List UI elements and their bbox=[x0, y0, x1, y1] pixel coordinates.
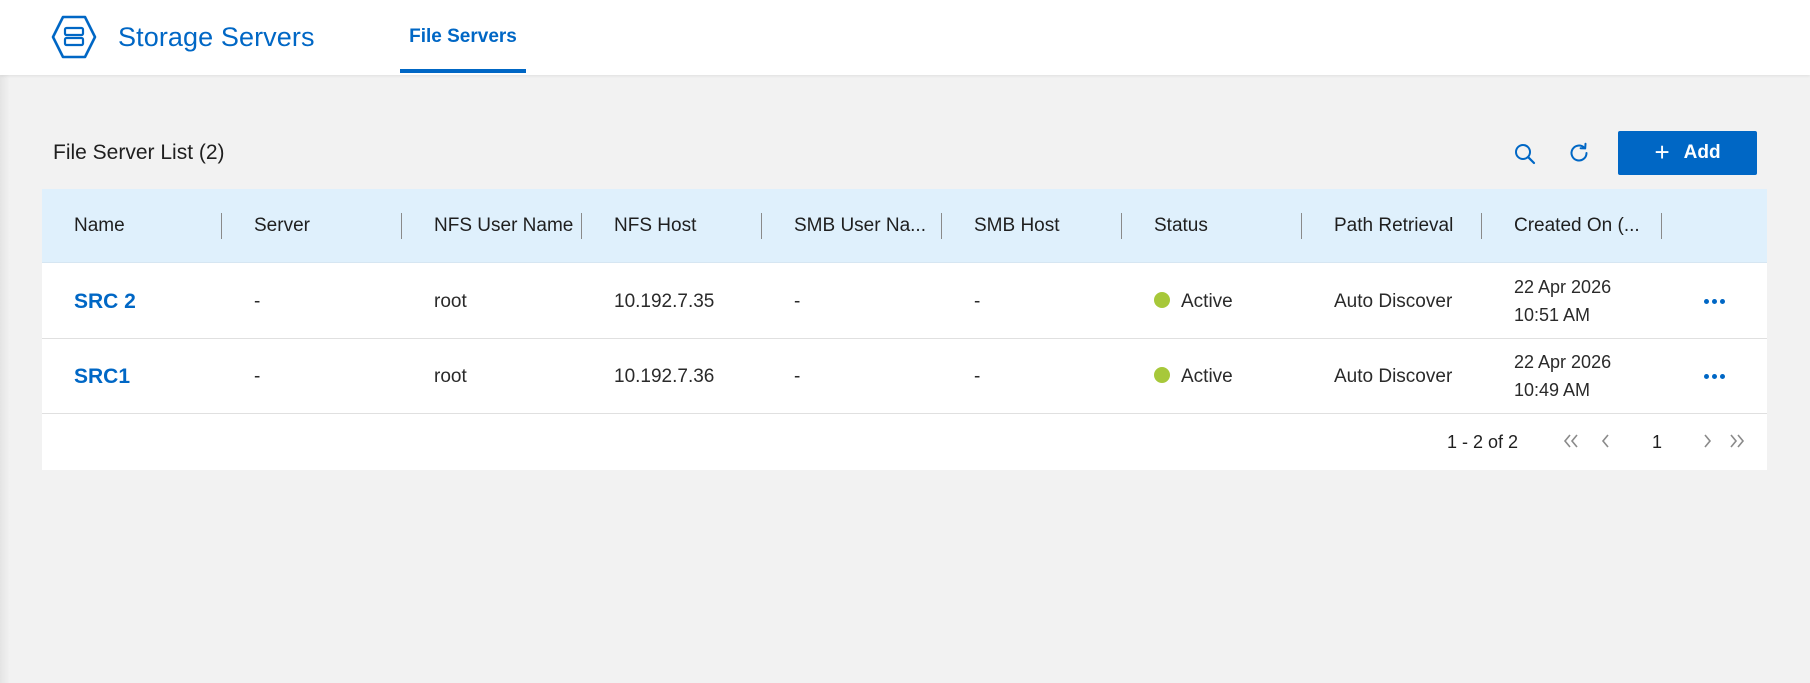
server-name-link[interactable]: SRC 2 bbox=[74, 264, 136, 339]
table-row[interactable]: SRC 2 - root 10.192.7.35 - - Active Auto… bbox=[42, 264, 1767, 339]
row-actions-button[interactable] bbox=[1697, 292, 1731, 310]
status-label: Active bbox=[1181, 366, 1233, 387]
server-hexagon-icon bbox=[51, 15, 97, 59]
app-title: Storage Servers bbox=[118, 22, 315, 52]
path-retrieval-cell: Auto Discover bbox=[1334, 366, 1453, 387]
column-resize-handle[interactable] bbox=[941, 213, 942, 239]
status-cell: Active bbox=[1154, 339, 1233, 414]
column-header-status[interactable]: Status bbox=[1154, 189, 1208, 263]
column-header-created-on[interactable]: Created On (... bbox=[1514, 189, 1640, 263]
status-cell: Active bbox=[1154, 264, 1233, 339]
first-page-button[interactable] bbox=[1560, 428, 1584, 454]
add-button[interactable]: + Add bbox=[1618, 131, 1757, 175]
status-indicator-icon bbox=[1154, 291, 1170, 308]
created-on-cell: 22 Apr 2026 10:49 AM bbox=[1514, 339, 1611, 414]
column-resize-handle[interactable] bbox=[1121, 213, 1122, 239]
column-resize-handle[interactable] bbox=[401, 213, 402, 239]
top-bar: Storage Servers File Servers bbox=[0, 0, 1810, 75]
refresh-icon bbox=[1570, 142, 1588, 162]
created-date: 22 Apr 2026 bbox=[1514, 277, 1612, 297]
server-name-link[interactable]: SRC1 bbox=[74, 339, 130, 414]
smb-host-cell: - bbox=[974, 366, 981, 387]
previous-page-button[interactable] bbox=[1593, 428, 1617, 454]
list-title: File Server List (2) bbox=[53, 141, 225, 164]
tab-file-servers[interactable]: File Servers bbox=[400, 0, 526, 75]
tab-label: File Servers bbox=[409, 26, 517, 47]
nfs-host-cell: 10.192.7.35 bbox=[614, 291, 715, 312]
chevrons-right-icon bbox=[1730, 434, 1745, 448]
refresh-button[interactable] bbox=[1563, 137, 1595, 169]
column-header-smb-user[interactable]: SMB User Na... bbox=[794, 189, 926, 263]
path-retrieval-cell: Auto Discover bbox=[1334, 291, 1453, 312]
nfs-host-cell: 10.192.7.36 bbox=[614, 366, 715, 387]
status-indicator-icon bbox=[1154, 366, 1170, 383]
created-time: 10:49 AM bbox=[1514, 380, 1591, 400]
column-header-nfs-host[interactable]: NFS Host bbox=[614, 189, 696, 263]
created-time: 10:51 AM bbox=[1514, 305, 1591, 325]
add-button-label: Add bbox=[1683, 142, 1721, 163]
column-resize-handle[interactable] bbox=[761, 213, 762, 239]
pagination: 1 - 2 of 2 1 bbox=[42, 415, 1767, 470]
column-header-path-retrieval[interactable]: Path Retrieval bbox=[1334, 189, 1453, 263]
smb-user-cell: - bbox=[794, 291, 801, 312]
active-tab-indicator bbox=[400, 69, 526, 73]
more-icon bbox=[1719, 298, 1725, 304]
last-page-button[interactable] bbox=[1724, 428, 1748, 454]
column-resize-handle[interactable] bbox=[221, 213, 222, 239]
current-page[interactable]: 1 bbox=[1645, 432, 1669, 453]
table-header: Name Server NFS User Name NFS Host SMB U… bbox=[42, 189, 1767, 263]
chevron-left-icon bbox=[1601, 434, 1609, 448]
column-resize-handle[interactable] bbox=[1481, 213, 1482, 239]
server-cell: - bbox=[254, 366, 261, 387]
created-on-cell: 22 Apr 2026 10:51 AM bbox=[1514, 264, 1611, 339]
table-row[interactable]: SRC1 - root 10.192.7.36 - - Active Auto … bbox=[42, 339, 1767, 414]
column-header-name[interactable]: Name bbox=[74, 189, 125, 263]
more-icon bbox=[1711, 298, 1717, 304]
nfs-user-cell: root bbox=[434, 291, 467, 312]
more-icon bbox=[1703, 373, 1709, 379]
column-header-server[interactable]: Server bbox=[254, 189, 310, 263]
file-server-table: Name Server NFS User Name NFS Host SMB U… bbox=[42, 189, 1767, 470]
created-date: 22 Apr 2026 bbox=[1514, 352, 1612, 372]
smb-user-cell: - bbox=[794, 366, 801, 387]
left-edge-shadow bbox=[0, 75, 10, 683]
more-icon bbox=[1711, 373, 1717, 379]
search-button[interactable] bbox=[1509, 138, 1541, 170]
more-icon bbox=[1703, 298, 1709, 304]
column-resize-handle[interactable] bbox=[581, 213, 582, 239]
nfs-user-cell: root bbox=[434, 366, 467, 387]
row-actions-button[interactable] bbox=[1697, 367, 1731, 385]
server-cell: - bbox=[254, 291, 261, 312]
column-resize-handle[interactable] bbox=[1301, 213, 1302, 239]
column-resize-handle[interactable] bbox=[1661, 213, 1662, 239]
smb-host-cell: - bbox=[974, 291, 981, 312]
more-icon bbox=[1719, 373, 1725, 379]
status-label: Active bbox=[1181, 291, 1233, 312]
search-icon bbox=[1515, 144, 1536, 165]
column-header-nfs-user[interactable]: NFS User Name bbox=[434, 189, 573, 263]
pagination-range: 1 - 2 of 2 bbox=[1447, 432, 1519, 452]
chevron-right-icon bbox=[1704, 434, 1712, 448]
plus-icon: + bbox=[1654, 137, 1670, 167]
next-page-button[interactable] bbox=[1696, 428, 1720, 454]
column-header-smb-host[interactable]: SMB Host bbox=[974, 189, 1060, 263]
chevrons-left-icon bbox=[1563, 434, 1578, 448]
